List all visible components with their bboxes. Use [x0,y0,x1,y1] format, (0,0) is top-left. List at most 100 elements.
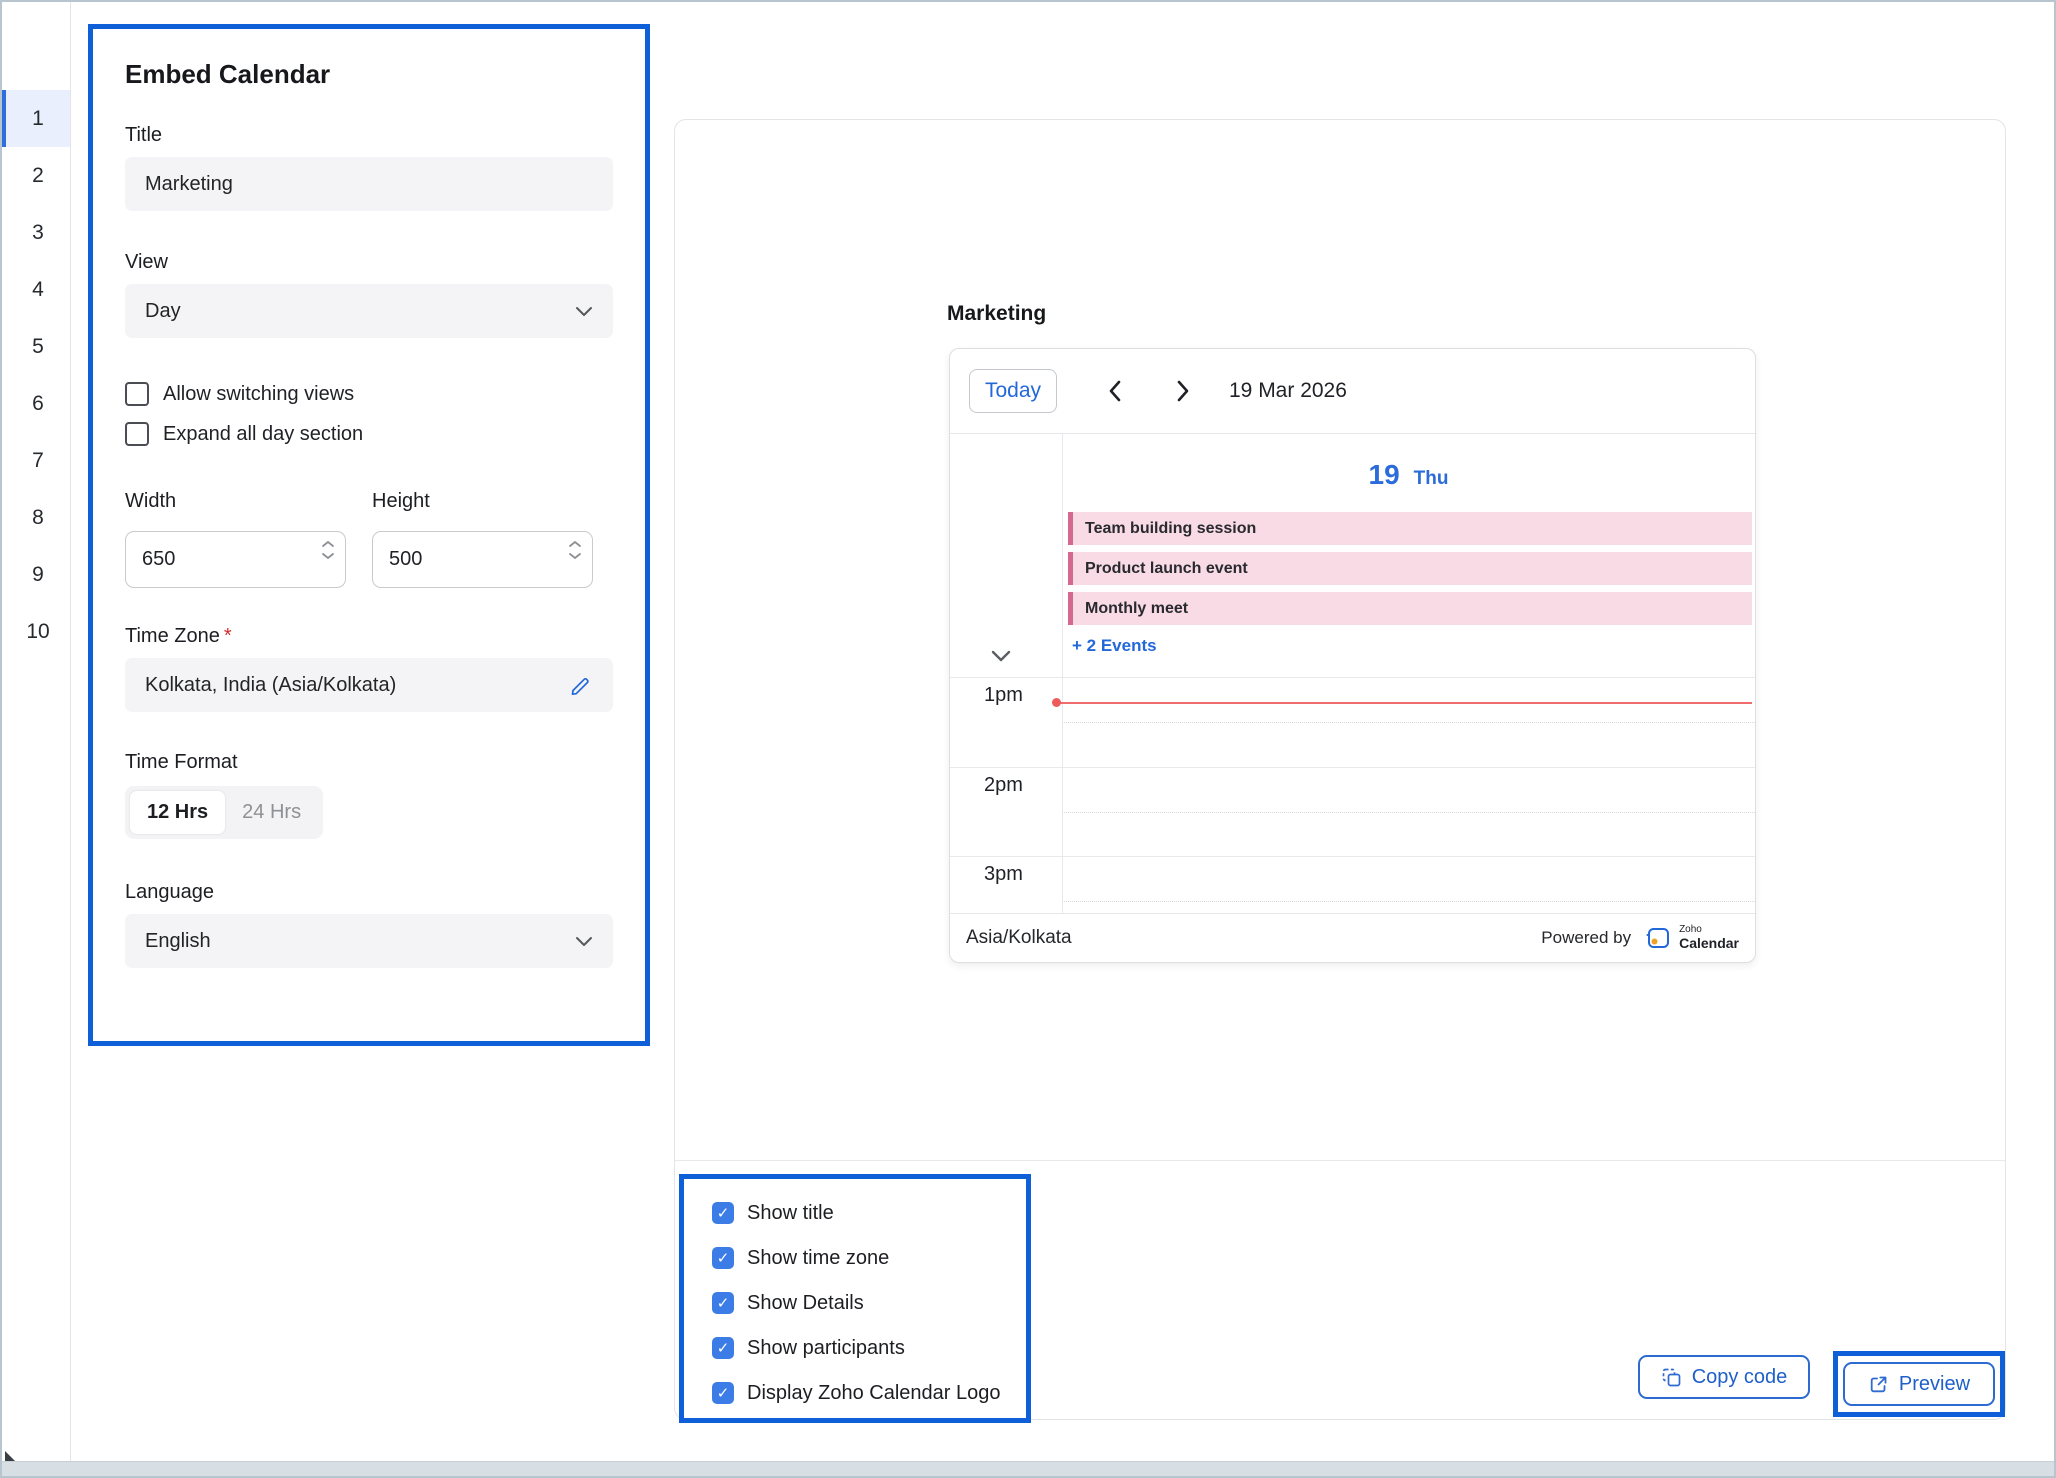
width-label: Width [125,490,346,513]
time-format-24hrs[interactable]: 24 Hrs [225,791,318,834]
hour-line-3pm [950,856,1755,857]
next-day-icon[interactable] [1173,379,1193,403]
current-time-line [1057,702,1752,704]
view-select[interactable]: Day [125,284,613,338]
show-details-checkbox[interactable]: ✓ [712,1292,734,1314]
preview-panel: Marketing Today 19 Mar 2026 19 Thu Team b… [674,119,2006,1420]
embed-settings-panel: Embed Calendar Title Marketing View Day … [88,24,650,1046]
rail-item-8[interactable]: 8 [2,489,70,546]
copy-code-button[interactable]: Copy code [1638,1355,1810,1399]
required-asterisk: * [224,625,232,647]
day-name: Thu [1414,468,1449,489]
copy-icon [1661,1367,1682,1388]
half-hour-line [1062,901,1755,902]
allow-switching-views-checkbox[interactable] [125,382,149,406]
rail-item-2[interactable]: 2 [2,147,70,204]
size-labels-row: Width Height [125,490,613,523]
preview-button[interactable]: Preview [1843,1362,1995,1406]
event-product-launch-event[interactable]: Product launch event [1068,552,1752,585]
display-logo-checkbox[interactable]: ✓ [712,1382,734,1404]
width-stepper[interactable] [321,540,335,560]
rail-item-10[interactable]: 10 [2,603,70,660]
allday-events-section: Team building session Product launch eve… [1068,512,1752,632]
day-column-header[interactable]: 19 Thu [1062,459,1755,491]
show-timezone-label: Show time zone [747,1247,889,1270]
logo-calendar-text: Calendar [1679,936,1739,951]
external-link-icon [1868,1374,1889,1395]
show-details-label: Show Details [747,1292,864,1315]
page-number-rail: 1 2 3 4 5 6 7 8 9 10 [2,2,71,1462]
timezone-field: Kolkata, India (Asia/Kolkata) [125,658,613,712]
half-hour-line [1062,812,1755,813]
time-format-12hrs[interactable]: 12 Hrs [130,791,225,834]
timezone-label: Time Zone* [125,625,613,648]
embed-calendar-page: 1 2 3 4 5 6 7 8 9 10 Embed Calendar Titl… [0,0,2056,1478]
calendar-card: Today 19 Mar 2026 19 Thu Team building se… [949,348,1756,963]
time-label-1pm: 1pm [950,684,1057,707]
rail-item-9[interactable]: 9 [2,546,70,603]
zoho-calendar-logo[interactable]: Zoho Calendar [1645,925,1739,952]
rail-item-1[interactable]: 1 [2,90,70,147]
language-select[interactable]: English [125,914,613,968]
preview-highlight-box: Preview [1833,1351,2005,1417]
zoho-calendar-icon [1645,925,1672,952]
calendar-toolbar: Today 19 Mar 2026 [950,349,1755,434]
rail-item-6[interactable]: 6 [2,375,70,432]
edit-pencil-icon[interactable] [569,673,593,697]
show-participants-checkbox[interactable]: ✓ [712,1337,734,1359]
expand-allday-row: Expand all day section [125,422,613,446]
display-logo-label: Display Zoho Calendar Logo [747,1382,1001,1405]
width-input[interactable]: 650 [125,531,346,588]
bottom-scrollbar-track[interactable] [2,1461,2054,1476]
today-button[interactable]: Today [969,369,1057,413]
chevron-down-icon [575,305,593,317]
hour-line-1pm [950,677,1755,678]
chevron-down-icon [575,935,593,947]
event-team-building-session[interactable]: Team building session [1068,512,1752,545]
height-input[interactable]: 500 [372,531,593,588]
day-number: 19 [1369,459,1400,490]
panel-heading: Embed Calendar [125,59,613,90]
calendar-preview-title: Marketing [947,302,1046,326]
time-label-3pm: 3pm [950,863,1057,886]
footer-timezone: Asia/Kolkata [966,927,1072,949]
calendar-footer: Asia/Kolkata Powered by Zoho [950,913,1755,962]
hour-line-2pm [950,767,1755,768]
allow-switching-views-label: Allow switching views [163,383,354,406]
show-title-checkbox[interactable]: ✓ [712,1202,734,1224]
view-label: View [125,251,613,274]
show-title-label: Show title [747,1202,834,1225]
half-hour-line [1062,722,1755,723]
display-options-box: ✓ Show title ✓ Show time zone ✓ Show Det… [679,1174,1031,1423]
expand-allday-label: Expand all day section [163,423,363,446]
height-stepper[interactable] [568,540,582,560]
more-events-link[interactable]: + 2 Events [1072,636,1157,656]
allow-switching-views-row: Allow switching views [125,382,613,406]
section-divider [675,1160,2005,1161]
time-format-toggle: 12 Hrs 24 Hrs [125,786,323,839]
height-label: Height [372,490,593,513]
current-time-dot [1052,698,1061,707]
size-inputs-row: 650 500 [125,531,613,588]
collapse-allday-icon[interactable] [990,649,1012,663]
event-monthly-meet[interactable]: Monthly meet [1068,592,1752,625]
show-timezone-row: ✓ Show time zone [712,1246,1026,1270]
show-details-row: ✓ Show Details [712,1291,1026,1315]
rail-item-3[interactable]: 3 [2,204,70,261]
time-format-label: Time Format [125,751,613,774]
language-label: Language [125,881,613,904]
powered-by-label: Powered by [1541,928,1631,948]
display-logo-row: ✓ Display Zoho Calendar Logo [712,1381,1026,1405]
rail-item-4[interactable]: 4 [2,261,70,318]
time-label-2pm: 2pm [950,774,1057,797]
expand-allday-checkbox[interactable] [125,422,149,446]
rail-item-5[interactable]: 5 [2,318,70,375]
current-date-label: 19 Mar 2026 [1229,379,1347,403]
rail-item-7[interactable]: 7 [2,432,70,489]
show-title-row: ✓ Show title [712,1201,1026,1225]
title-label: Title [125,124,613,147]
title-input[interactable]: Marketing [125,157,613,211]
prev-day-icon[interactable] [1105,379,1125,403]
show-participants-label: Show participants [747,1337,905,1360]
show-timezone-checkbox[interactable]: ✓ [712,1247,734,1269]
